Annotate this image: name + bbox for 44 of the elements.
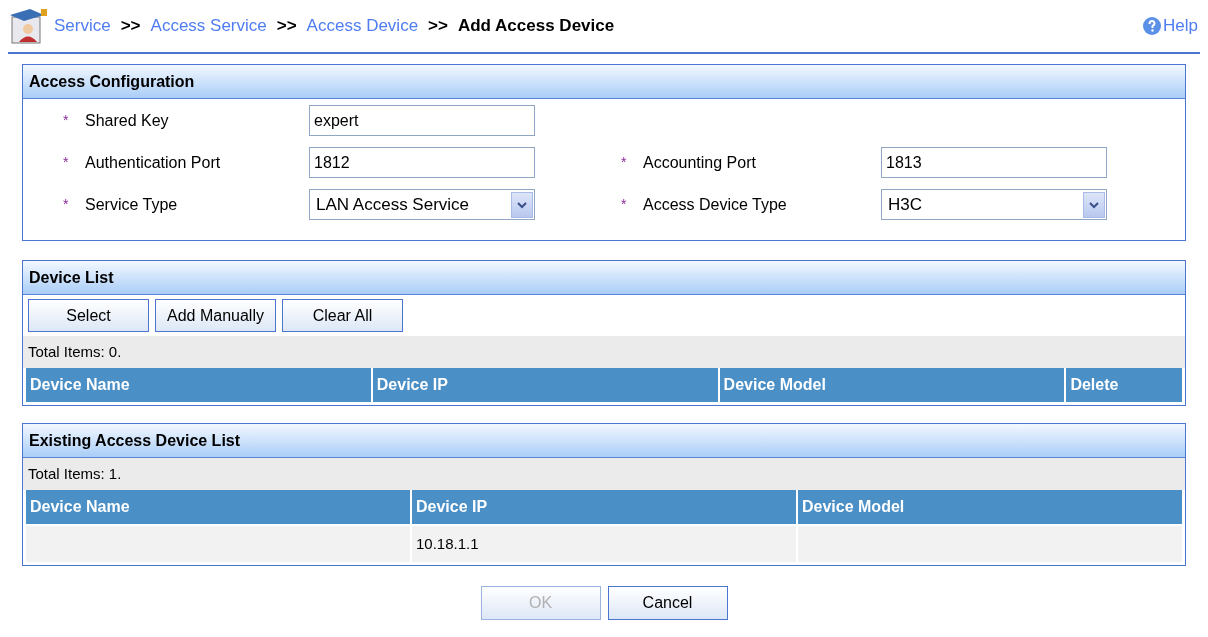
breadcrumb-separator: >> (120, 15, 141, 38)
column-header: Device Model (798, 490, 1182, 524)
panel-title: Access Configuration (29, 71, 195, 92)
field-label: Service Type (85, 194, 179, 215)
column-header: Device Name (26, 490, 410, 524)
breadcrumb-separator: >> (428, 15, 448, 38)
required-mark: * (63, 195, 70, 214)
breadcrumb-link[interactable]: Access Service (150, 13, 267, 39)
breadcrumb-current: Add Access Device (457, 15, 615, 38)
panel-title: Existing Access Device List (29, 430, 241, 451)
service-user-icon (8, 7, 50, 45)
toolbar-button[interactable]: Select (28, 299, 149, 332)
total-items: Total Items: 1. (28, 463, 122, 484)
required-mark: * (621, 153, 628, 172)
select-value: H3C (887, 193, 922, 216)
field-label: Authentication Port (85, 152, 222, 173)
column-header: Device IP (372, 368, 718, 402)
input-field[interactable]: 1812 (309, 147, 535, 178)
column-header: Delete (1066, 368, 1182, 402)
toolbar-button[interactable]: Add Manually (155, 299, 276, 332)
select-field[interactable]: LAN Access Service (309, 189, 535, 220)
dialog-button[interactable]: Cancel (607, 586, 728, 620)
column-header: Device IP (412, 490, 796, 524)
breadcrumb-link[interactable]: Access Device (306, 13, 419, 39)
required-mark: * (621, 195, 628, 214)
select-value: LAN Access Service (315, 193, 470, 216)
select-field[interactable]: H3C (881, 189, 1107, 220)
column-header: Device Name (26, 368, 371, 402)
table-cell: 10.18.1.1 (412, 526, 796, 562)
input-field[interactable]: 1813 (881, 147, 1107, 178)
field-label: Shared Key (85, 110, 170, 131)
required-mark: * (63, 153, 70, 172)
input-field[interactable]: expert (309, 105, 535, 136)
total-items: Total Items: 0. (28, 341, 122, 362)
breadcrumb-separator: >> (276, 15, 297, 38)
breadcrumb-link[interactable]: Service (54, 13, 111, 39)
field-label: Access Device Type (643, 194, 788, 215)
field-label: Accounting Port (643, 152, 757, 173)
column-header: Device Model (719, 368, 1065, 402)
help-link[interactable]: Help (1143, 13, 1198, 39)
panel-title: Device List (29, 267, 114, 288)
help-icon (1143, 17, 1162, 35)
required-mark: * (63, 111, 70, 130)
toolbar-button[interactable]: Clear All (282, 299, 403, 332)
